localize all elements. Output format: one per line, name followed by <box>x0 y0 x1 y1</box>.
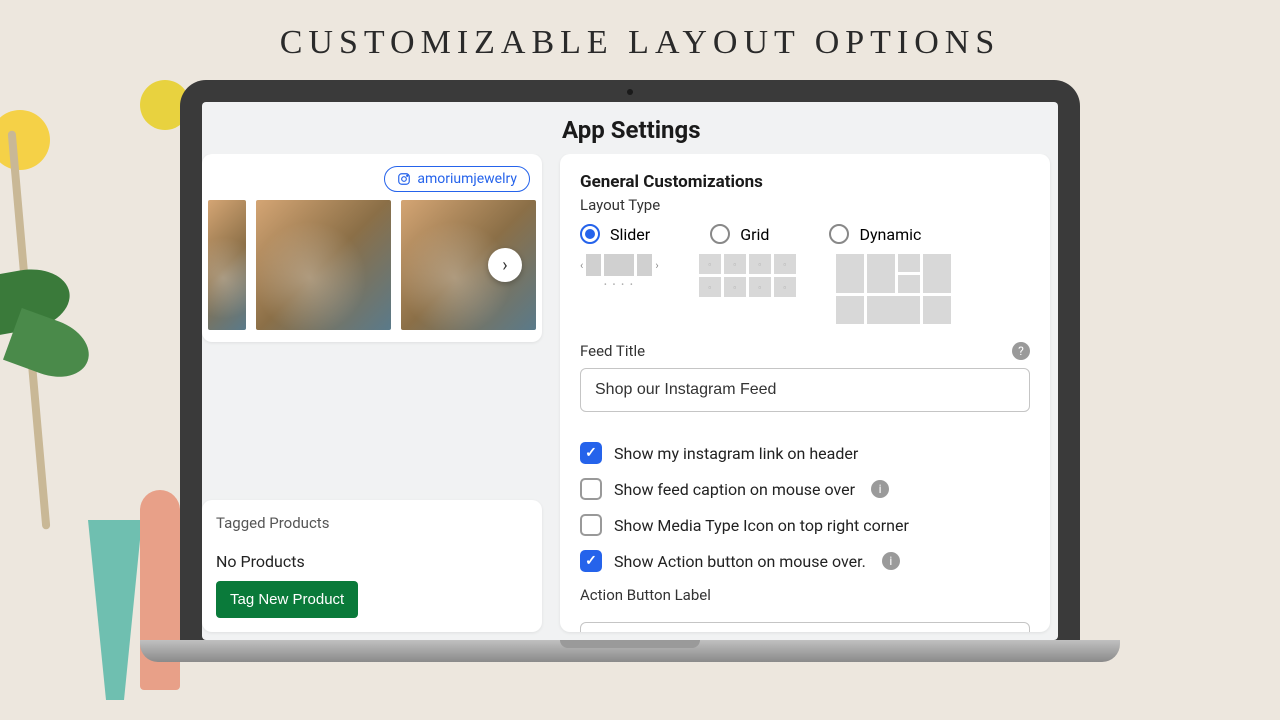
action-button-label-input[interactable] <box>580 622 1030 632</box>
checkbox-icon <box>580 478 602 500</box>
info-icon[interactable]: i <box>871 480 889 498</box>
preview-slider: ‹› • • • • <box>580 254 659 324</box>
radio-slider[interactable]: Slider <box>580 224 650 244</box>
checkbox-label: Show Action button on mouse over. <box>614 552 866 571</box>
tagged-products-card: Tagged Products No Products Tag New Prod… <box>202 500 542 632</box>
general-customizations-card: General Customizations Layout Type Slide… <box>560 154 1050 632</box>
radio-label: Slider <box>610 225 650 244</box>
checkbox-icon <box>580 550 602 572</box>
checkbox-show-action-button[interactable]: Show Action button on mouse over. i <box>580 550 1030 572</box>
layout-previews: ‹› • • • • ▫▫▫▫▫▫▫▫ <box>580 254 1030 324</box>
help-icon[interactable]: ? <box>1012 342 1030 360</box>
preview-grid: ▫▫▫▫▫▫▫▫ <box>699 254 796 324</box>
checkbox-label: Show Media Type Icon on top right corner <box>614 516 909 535</box>
feed-title-input[interactable] <box>580 368 1030 412</box>
checkbox-show-caption[interactable]: Show feed caption on mouse over i <box>580 478 1030 500</box>
layout-type-radio-group: Slider Grid Dynamic <box>580 224 1030 244</box>
feed-thumbnail[interactable] <box>208 200 246 330</box>
radio-icon <box>580 224 600 244</box>
feed-next-button[interactable]: › <box>488 248 522 282</box>
app-title: App Settings <box>202 102 1058 154</box>
instagram-handle-text: amoriumjewelry <box>417 171 517 187</box>
radio-icon <box>710 224 730 244</box>
instagram-icon <box>397 172 411 186</box>
feed-thumbnail[interactable] <box>256 200 391 330</box>
instagram-handle-badge[interactable]: amoriumjewelry <box>384 166 530 192</box>
feed-title-label: Feed Title <box>580 342 645 360</box>
preview-dynamic <box>836 254 951 324</box>
radio-grid[interactable]: Grid <box>710 224 769 244</box>
checkbox-show-media-icon[interactable]: Show Media Type Icon on top right corner <box>580 514 1030 536</box>
page-hero-title: CUSTOMIZABLE LAYOUT OPTIONS <box>0 0 1280 62</box>
action-button-label-label: Action Button Label <box>580 586 1030 604</box>
camera-dot <box>627 89 633 95</box>
tagged-products-heading: Tagged Products <box>216 514 528 532</box>
layout-type-label: Layout Type <box>580 196 1030 214</box>
checkbox-icon <box>580 514 602 536</box>
decor-leaf <box>3 308 97 387</box>
chevron-right-icon: › <box>502 255 507 276</box>
checkbox-icon <box>580 442 602 464</box>
checkbox-label: Show feed caption on mouse over <box>614 480 855 499</box>
instagram-feed-card: amoriumjewelry › <box>202 154 542 342</box>
checkbox-show-instagram-link[interactable]: Show my instagram link on header <box>580 442 1030 464</box>
tag-new-product-button[interactable]: Tag New Product <box>216 581 358 618</box>
info-icon[interactable]: i <box>882 552 900 570</box>
radio-icon <box>829 224 849 244</box>
laptop-base <box>140 640 1120 662</box>
radio-label: Dynamic <box>859 225 921 244</box>
section-title: General Customizations <box>580 172 1030 192</box>
tagged-products-empty: No Products <box>216 552 528 571</box>
radio-label: Grid <box>740 225 769 244</box>
radio-dynamic[interactable]: Dynamic <box>829 224 921 244</box>
laptop-mockup: App Settings amoriumjewelry <box>180 80 1080 660</box>
checkbox-label: Show my instagram link on header <box>614 444 858 463</box>
